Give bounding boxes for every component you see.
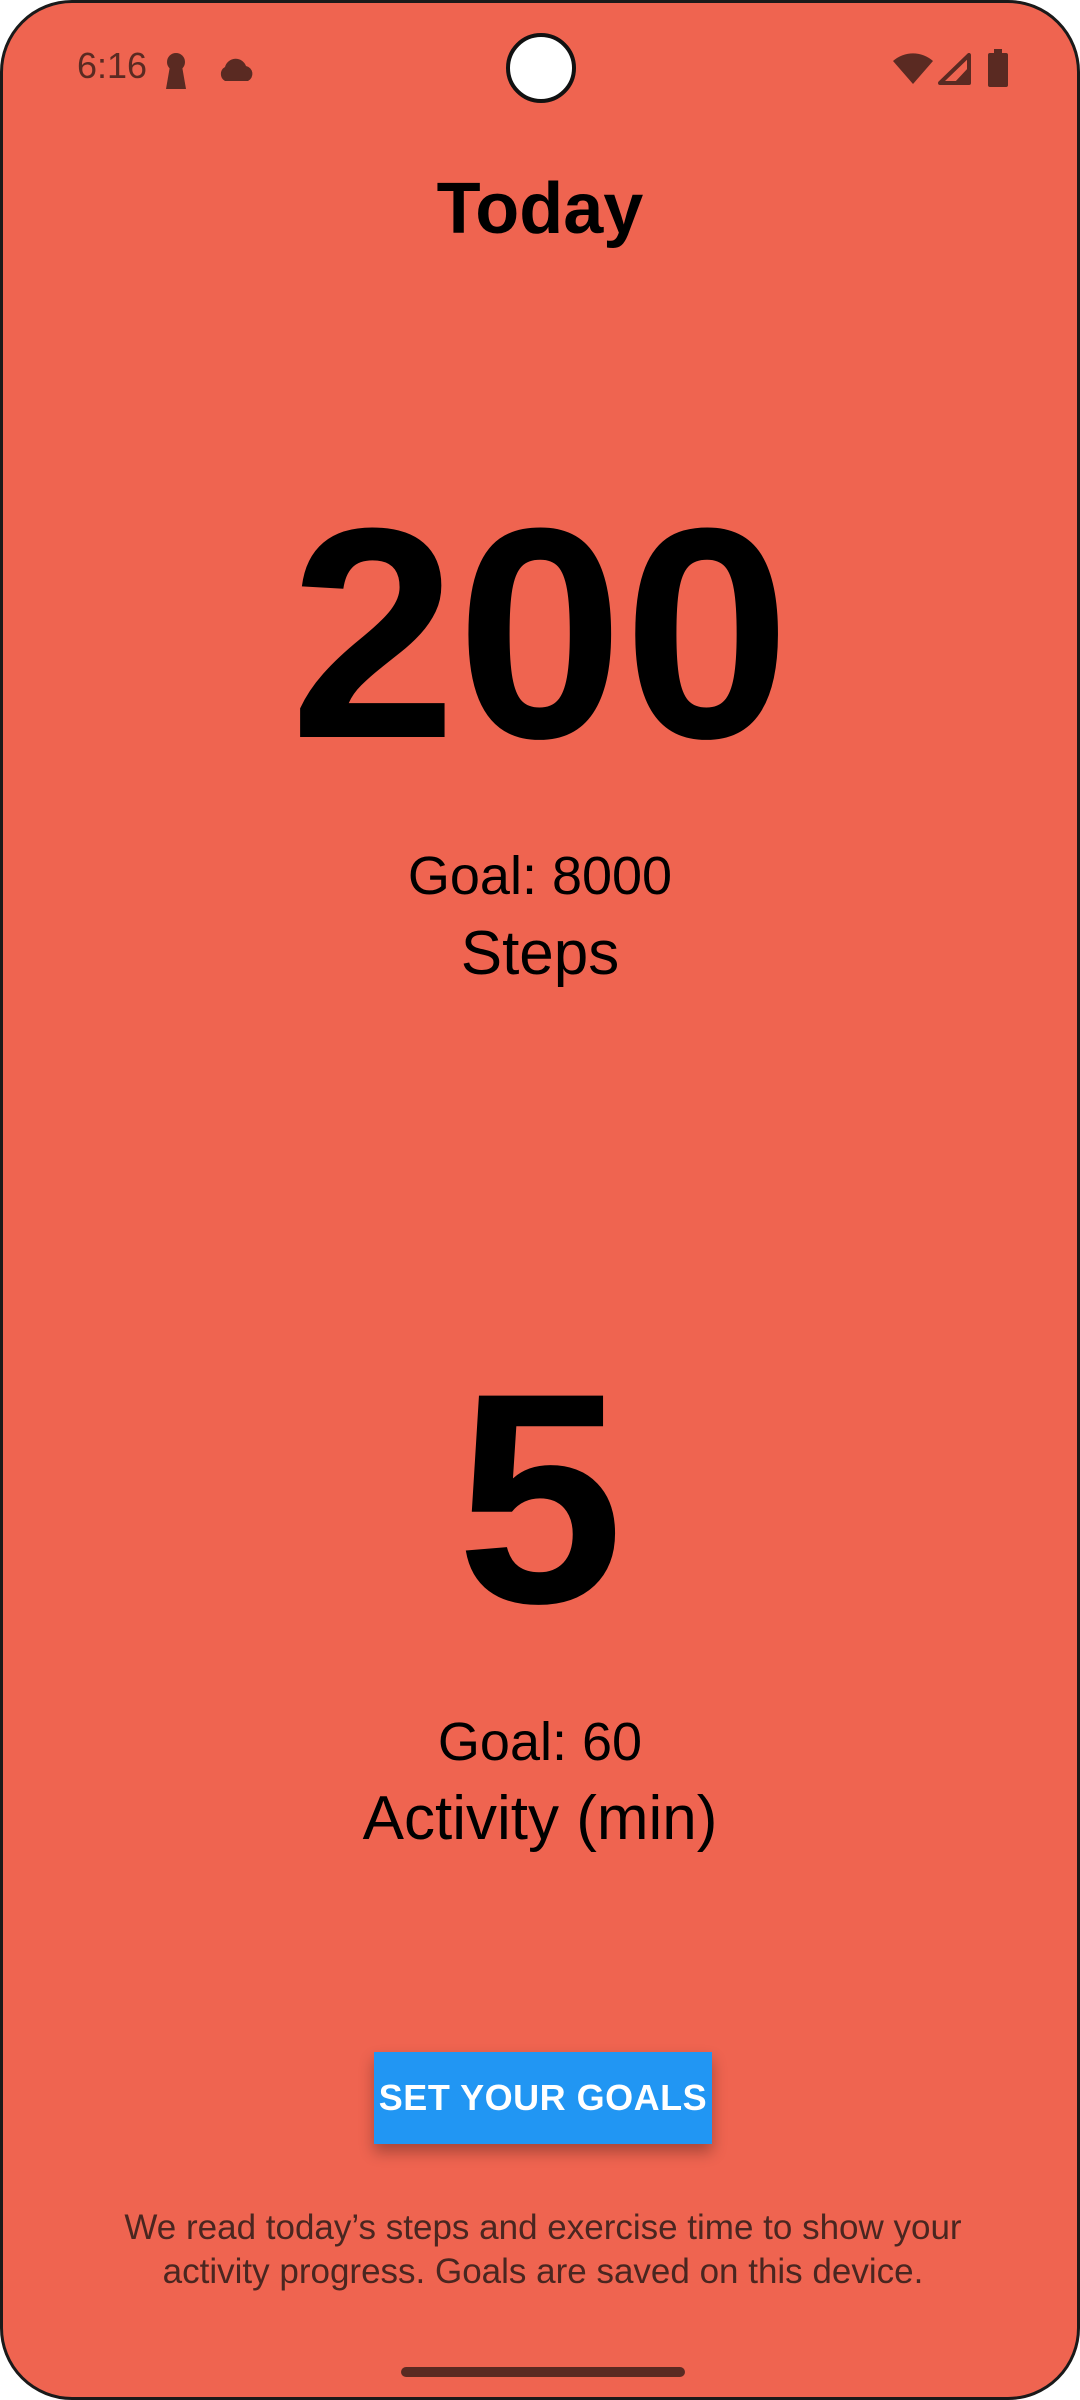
cell-signal-icon: [937, 53, 971, 90]
steps-goal: Goal: 8000: [407, 846, 673, 906]
steps-label: Steps: [460, 919, 620, 988]
status-bar: 6:16: [3, 3, 1077, 133]
battery-icon: [987, 49, 1009, 92]
page-title: Today: [436, 169, 644, 249]
activity-goal: Goal: 60: [437, 1712, 643, 1772]
activity-minutes: 5: [456, 1330, 624, 1666]
wifi-icon: [893, 53, 933, 90]
camera-cutout: [506, 33, 576, 103]
status-time: 6:16: [77, 45, 148, 86]
activity-label: Activity (min): [362, 1784, 718, 1853]
cloud-icon: [216, 57, 256, 88]
keyhole-icon: [163, 51, 189, 96]
phone-screen: 6:16 Today 200 Goal: 8000 Steps 5 Goal: …: [0, 0, 1080, 2400]
disclaimer-text: We read today’s steps and exercise time …: [124, 2208, 962, 2291]
steps-count: 200: [289, 465, 791, 801]
set-goals-button[interactable]: SET YOUR GOALS: [374, 2052, 712, 2144]
home-indicator[interactable]: [401, 2367, 685, 2377]
